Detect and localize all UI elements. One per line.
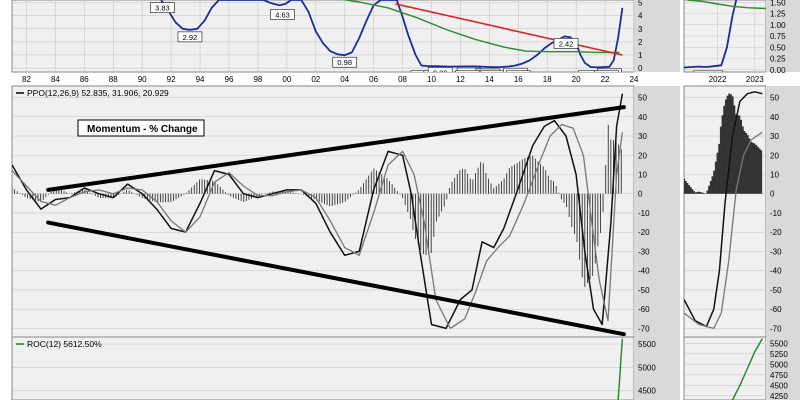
y-tick-label: -70 — [770, 324, 782, 333]
annotation-label: 2.92 — [183, 33, 198, 42]
x-tick-label: 94 — [196, 75, 205, 84]
y-tick-label: 2 — [638, 38, 643, 47]
y-tick-label: 0.00 — [770, 66, 786, 75]
y-tick-label: 4250 — [770, 392, 788, 400]
y-tick-label: 4750 — [770, 371, 788, 380]
y-tick-label: -60 — [770, 305, 782, 314]
roc-main-panel: 5500 5000 4500 ROC(12) 5612.50% — [11, 336, 680, 400]
x-tick-label: 90 — [138, 75, 147, 84]
y-tick-label: 3 — [638, 25, 643, 34]
y-tick-label: 40 — [638, 113, 647, 122]
x-tick-label: 04 — [340, 75, 349, 84]
x-tick-label: 84 — [51, 75, 60, 84]
x-tick-label: 16 — [514, 75, 523, 84]
y-tick-label: -30 — [770, 247, 782, 256]
y-tick-label: -50 — [770, 286, 782, 295]
y-tick-label: -10 — [638, 209, 650, 218]
x-tick-label: 98 — [253, 75, 262, 84]
x-tick-label: 92 — [167, 75, 176, 84]
x-tick-label: 88 — [109, 75, 118, 84]
rate-main-panel: 5432102.924.630.980.150.110.200.160.090.… — [11, 0, 680, 73]
y-tick-label: 50 — [638, 94, 647, 103]
y-tick-label: 4500 — [638, 387, 656, 396]
y-tick-label: -40 — [638, 267, 650, 276]
chart-canvas: 5432102.924.630.980.150.110.200.160.090.… — [0, 0, 800, 400]
y-tick-label: 20 — [770, 151, 779, 160]
annotation-label: 4.63 — [275, 10, 290, 19]
ppo-main-panel: 50 40 30 20 10 0 -10 -20 -30 -40 -50 -60 -70 PPO(12,2… — [11, 85, 680, 339]
y-tick-label: 40 — [770, 113, 779, 122]
momentum-box: Momentum - % Change — [77, 119, 205, 137]
legend: PPO(12,26,9) 52.835, 31.906, 20.929 — [16, 88, 169, 98]
value-annotation: 3.83 — [150, 2, 175, 14]
x-tick-label: 2022 — [709, 75, 727, 84]
ppo-zoom-panel: 50 40 30 20 10 0 -10 -20 -30 -40 -50 -60 -70 — [683, 85, 800, 339]
y-tick-label: 1.25 — [770, 10, 786, 19]
y-tick-label: 5000 — [770, 360, 788, 369]
value-annotation: 4.63 — [270, 9, 295, 20]
y-tick-label: 10 — [638, 170, 647, 179]
y-tick-label: 1.00 — [770, 21, 786, 30]
y-tick-label: -30 — [638, 247, 650, 256]
value-annotation: 0.98 — [332, 56, 358, 68]
x-tick-label: 86 — [80, 75, 89, 84]
x-tick-label: 12 — [456, 75, 465, 84]
annotation-label: 2.42 — [559, 39, 574, 48]
x-tick-label: 06 — [369, 75, 378, 84]
y-tick-label: 4 — [638, 12, 643, 21]
y-tick-label: 5500 — [770, 339, 788, 348]
momentum-box-label: Momentum - % Change — [87, 124, 198, 135]
annotation-label: 0.98 — [337, 58, 352, 67]
value-annotation: 2.92 — [177, 31, 203, 43]
y-tick-label: 4500 — [770, 381, 788, 390]
x-tick-label: 24 — [630, 75, 639, 84]
value-annotation: 2.42 — [553, 38, 579, 49]
y-tick-label: -20 — [638, 228, 650, 237]
annotation-label: 3.83 — [155, 4, 170, 13]
roc-zoom-panel: 5500 52505000 47504500 4250 — [683, 336, 800, 400]
y-tick-label: 5 — [638, 0, 643, 8]
y-tick-label: -10 — [770, 209, 782, 218]
y-tick-label: -70 — [638, 324, 650, 333]
y-tick-label: 0.50 — [770, 43, 786, 52]
y-tick-label: 5250 — [770, 350, 788, 359]
x-tick-label: 2023 — [746, 75, 764, 84]
y-tick-label: 0 — [770, 190, 775, 199]
y-tick-label: 0 — [638, 190, 643, 199]
rate-zoom-panel: 1.501.251.000.750.500.250.000.080 — [683, 0, 800, 75]
y-tick-label: -20 — [770, 228, 782, 237]
y-tick-label: 0.75 — [770, 32, 786, 41]
y-tick-label: 30 — [638, 132, 647, 141]
legend-label: ROC(12) 5612.50% — [27, 339, 102, 349]
legend: ROC(12) 5612.50% — [16, 339, 102, 349]
y-tick-label: 5500 — [638, 340, 656, 349]
y-tick-label: 30 — [770, 132, 779, 141]
x-tick-label: 20 — [572, 75, 581, 84]
y-tick-label: -50 — [638, 286, 650, 295]
x-tick-label: 14 — [485, 75, 494, 84]
x-tick-label: 18 — [543, 75, 552, 84]
x-tick-label: 82 — [22, 75, 31, 84]
y-tick-label: 1.50 — [770, 0, 786, 7]
y-tick-label: 50 — [770, 94, 779, 103]
y-tick-label: 0.25 — [770, 55, 786, 64]
y-tick-label: 10 — [770, 170, 779, 179]
y-tick-label: 5000 — [638, 363, 656, 372]
y-tick-label: -60 — [638, 305, 650, 314]
legend-label: PPO(12,26,9) 52.835, 31.906, 20.929 — [27, 88, 169, 98]
x-tick-label: 08 — [398, 75, 407, 84]
x-tick-label: 22 — [601, 75, 610, 84]
y-tick-label: 0 — [638, 64, 643, 73]
x-tick-label: 10 — [427, 75, 436, 84]
plot-area — [683, 336, 767, 400]
x-tick-label: 96 — [225, 75, 234, 84]
y-tick-label: -40 — [770, 267, 782, 276]
x-tick-label: 00 — [282, 75, 291, 84]
y-tick-label: 1 — [638, 51, 643, 60]
y-tick-label: 20 — [638, 151, 647, 160]
x-tick-label: 02 — [311, 75, 320, 84]
